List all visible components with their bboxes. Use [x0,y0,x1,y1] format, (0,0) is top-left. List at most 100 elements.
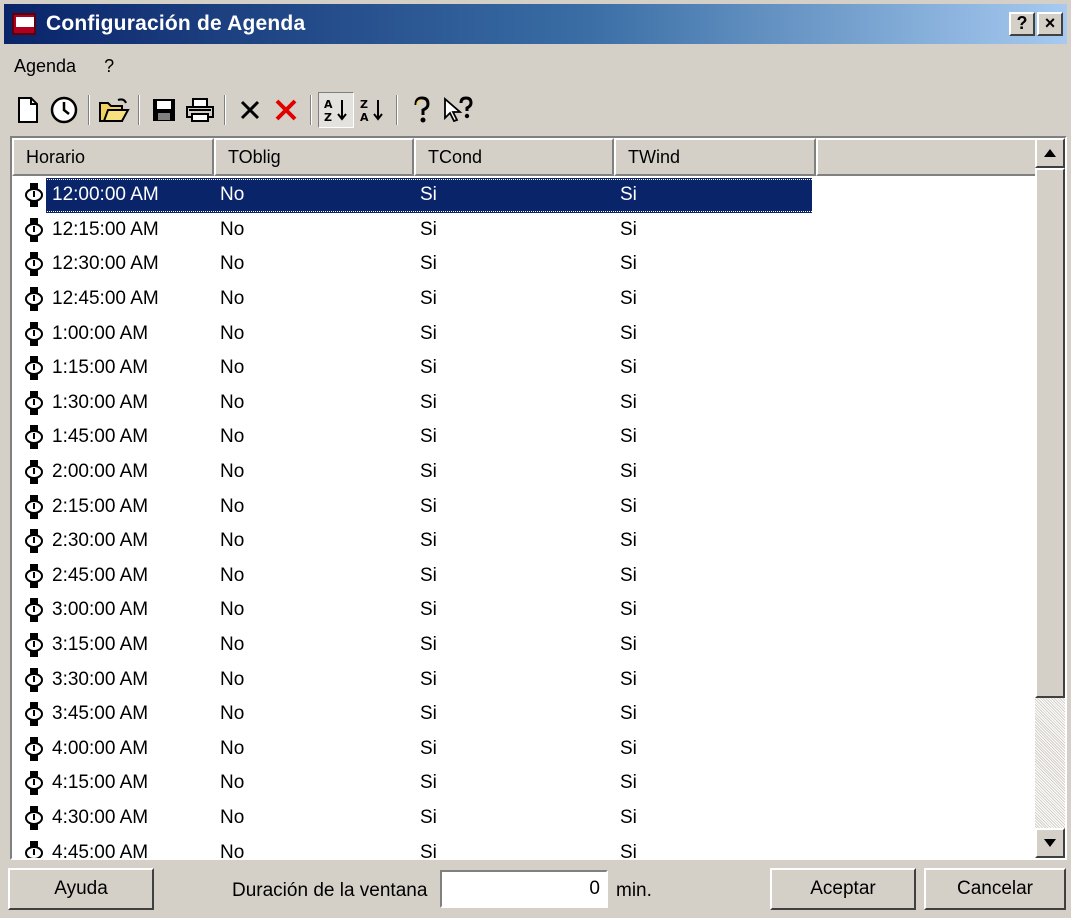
table-row[interactable]: 12:00:00 AM No Si Si [12,178,1037,213]
horario-text: 12:45:00 AM [52,288,159,310]
toblig-cell: No [220,634,245,656]
toblig-cell: No [220,461,245,483]
table-row[interactable]: 1:30:00 AM No Si Si [12,386,1037,421]
column-header-tcond[interactable]: TCond [414,138,614,176]
table-row[interactable]: 3:45:00 AM No Si Si [12,697,1037,732]
delete-all-icon[interactable] [268,92,304,128]
tcond-cell: Si [420,218,437,240]
watch-icon [24,217,44,242]
clock-icon[interactable] [46,92,82,128]
scroll-down-button[interactable] [1035,828,1065,858]
toblig-cell: No [220,322,245,344]
column-header-twind[interactable]: TWind [614,138,816,176]
scroll-thumb[interactable] [1035,168,1065,698]
close-button[interactable]: × [1037,12,1063,36]
toblig-cell: No [220,253,245,275]
table-row[interactable]: 12:30:00 AM No Si Si [12,247,1037,282]
table-row[interactable]: 2:15:00 AM No Si Si [12,489,1037,524]
svg-text:Z: Z [360,98,368,111]
sort-ascending-icon[interactable]: AZ [318,92,354,128]
cancel-button[interactable]: Cancelar [924,868,1066,910]
horario-cell: 3:00:00 AM [12,598,212,623]
delete-icon[interactable] [232,92,268,128]
watch-icon [24,252,44,277]
horario-cell: 2:30:00 AM [12,529,212,554]
twind-cell: Si [620,461,637,483]
table-row[interactable]: 1:00:00 AM No Si Si [12,316,1037,351]
toblig-cell: No [220,599,245,621]
tcond-cell: Si [420,806,437,828]
twind-cell: Si [620,806,637,828]
table-row[interactable]: 3:15:00 AM No Si Si [12,628,1037,663]
open-icon[interactable] [96,92,132,128]
duration-input[interactable]: 0 [440,870,608,908]
scroll-up-button[interactable] [1035,138,1065,168]
horario-cell: 3:30:00 AM [12,667,212,692]
toblig-cell: No [220,564,245,586]
toolbar: AZ ZA [10,90,476,130]
horario-text: 12:30:00 AM [52,253,159,275]
table-row[interactable]: 4:00:00 AM No Si Si [12,732,1037,767]
horario-cell: 12:00:00 AM [12,183,212,208]
table-row[interactable]: 3:00:00 AM No Si Si [12,593,1037,628]
horario-text: 2:00:00 AM [52,461,149,483]
sort-descending-icon[interactable]: ZA [354,92,390,128]
tcond-cell: Si [420,253,437,275]
horario-cell: 3:45:00 AM [12,702,212,727]
table-row[interactable]: 1:45:00 AM No Si Si [12,420,1037,455]
save-icon[interactable] [146,92,182,128]
list-rows: 12:00:00 AM No Si Si 12:15:00 AM No Si Si 12:30:… [12,178,1037,860]
menu-agenda[interactable]: Agenda [8,54,82,84]
toblig-cell: No [220,184,245,206]
table-row[interactable]: 12:15:00 AM No Si Si [12,213,1037,248]
column-header-horario[interactable]: Horario [12,138,214,176]
twind-cell: Si [620,426,637,448]
help-button[interactable]: Ayuda [8,868,154,910]
table-row[interactable]: 2:45:00 AM No Si Si [12,559,1037,594]
horario-text: 12:15:00 AM [52,218,159,240]
accept-button[interactable]: Aceptar [770,868,916,910]
column-header-filler [816,138,1037,176]
table-row[interactable]: 4:45:00 AM No Si Si [12,835,1037,860]
menu-bar: Agenda ? [8,54,120,84]
table-row[interactable]: 3:30:00 AM No Si Si [12,662,1037,697]
title-bar[interactable]: Configuración de Agenda ? × [4,4,1067,44]
help-icon[interactable] [404,92,440,128]
context-help-button[interactable]: ? [1009,12,1035,36]
twind-cell: Si [620,772,637,794]
schedule-list[interactable]: Horario TOblig TCond TWind 12:00:00 AM No… [10,136,1067,860]
toblig-cell: No [220,668,245,690]
tcond-cell: Si [420,737,437,759]
agenda-app-icon [10,10,40,38]
table-row[interactable]: 2:30:00 AM No Si Si [12,524,1037,559]
table-row[interactable]: 2:00:00 AM No Si Si [12,455,1037,490]
twind-cell: Si [620,841,637,860]
toblig-cell: No [220,772,245,794]
table-row[interactable]: 12:45:00 AM No Si Si [12,282,1037,317]
duration-label: Duración de la ventana [232,880,428,901]
menu-help[interactable]: ? [98,54,120,84]
toblig-cell: No [220,288,245,310]
watch-icon [24,356,44,381]
toblig-cell: No [220,703,245,725]
whats-this-icon[interactable] [440,92,476,128]
column-header-toblig[interactable]: TOblig [214,138,414,176]
twind-cell: Si [620,599,637,621]
horario-cell: 1:45:00 AM [12,425,212,450]
table-row[interactable]: 4:30:00 AM No Si Si [12,801,1037,836]
horario-text: 1:15:00 AM [52,357,149,379]
print-icon[interactable] [182,92,218,128]
horario-text: 4:00:00 AM [52,737,149,759]
twind-cell: Si [620,668,637,690]
twind-cell: Si [620,218,637,240]
table-row[interactable]: 4:15:00 AM No Si Si [12,766,1037,801]
vertical-scrollbar[interactable] [1035,138,1065,858]
tcond-cell: Si [420,288,437,310]
tcond-cell: Si [420,495,437,517]
table-row[interactable]: 1:15:00 AM No Si Si [12,351,1037,386]
twind-cell: Si [620,737,637,759]
horario-text: 1:45:00 AM [52,426,149,448]
new-icon[interactable] [10,92,46,128]
tcond-cell: Si [420,841,437,860]
horario-text: 2:15:00 AM [52,495,149,517]
